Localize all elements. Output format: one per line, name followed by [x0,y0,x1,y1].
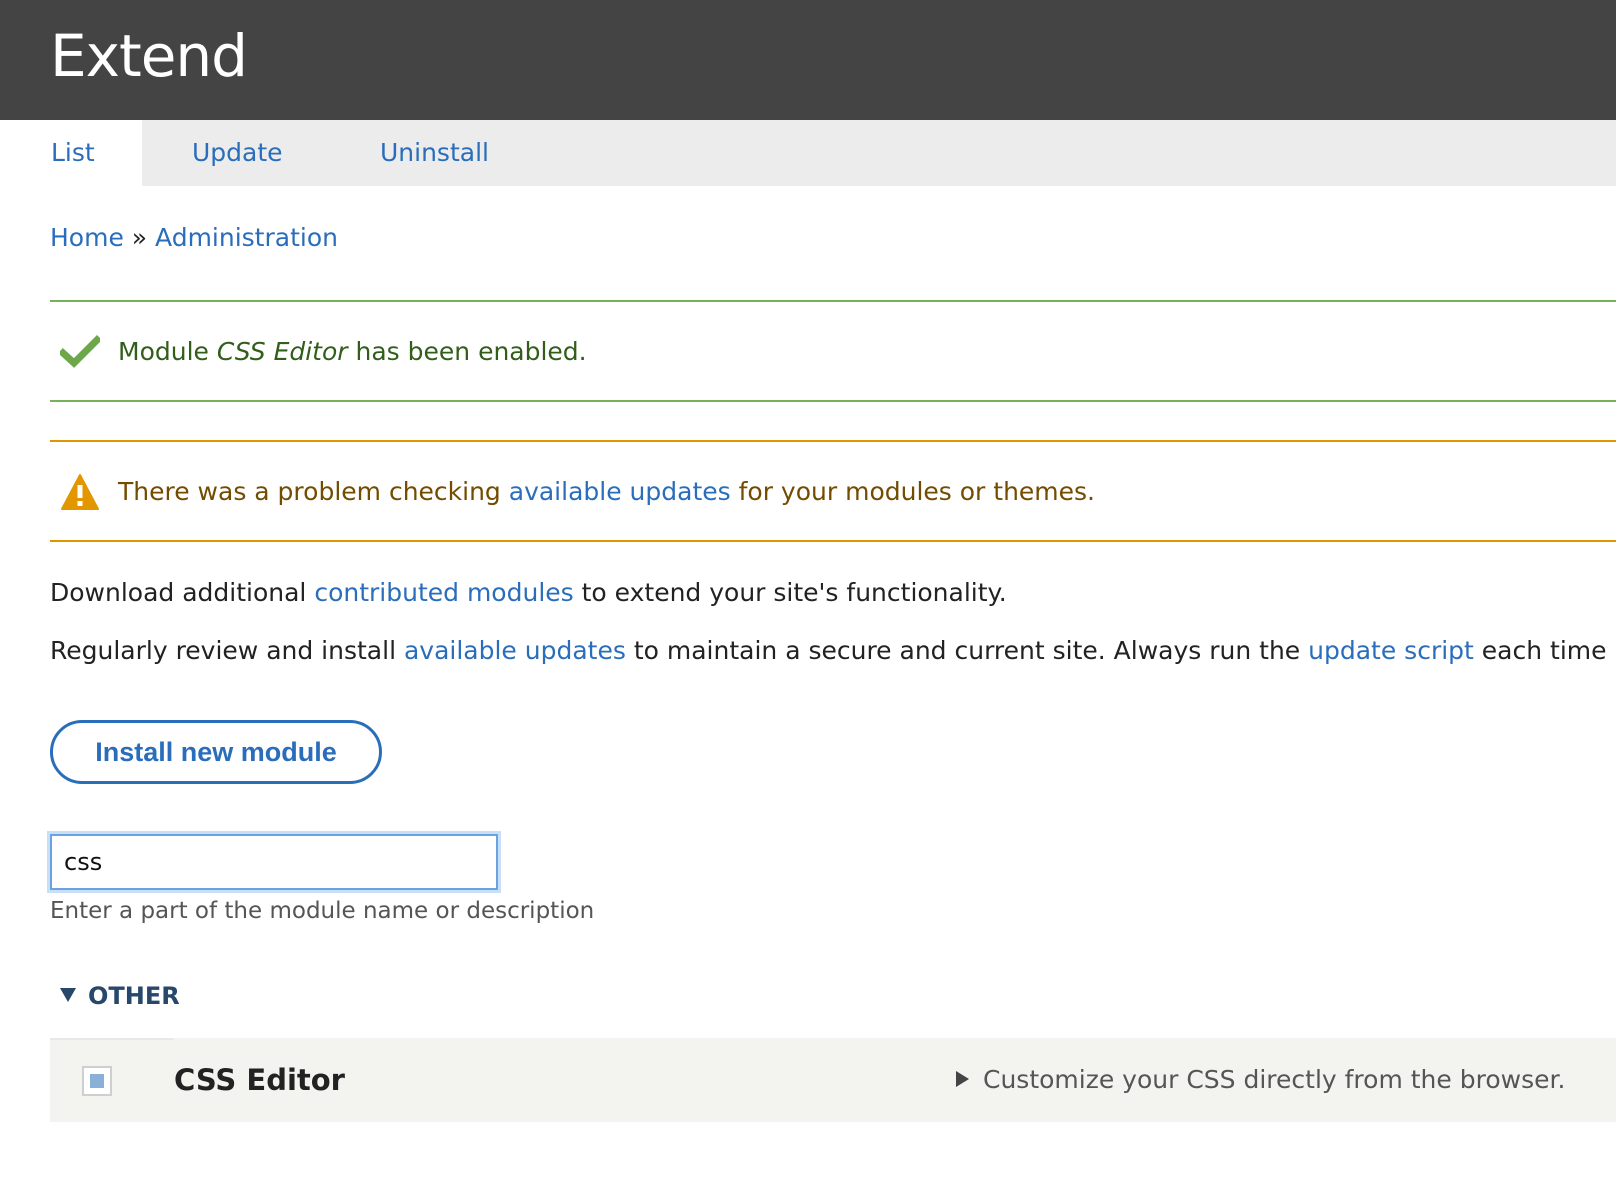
status-message-prefix: Module [118,337,217,366]
warning-icon [61,474,99,510]
description-line-2-suffix: each time a moc [1481,636,1616,665]
triangle-down-icon [60,988,76,1002]
tab-uninstall[interactable]: Uninstall [380,120,489,186]
tab-update[interactable]: Update [192,120,283,186]
update-script-link[interactable]: update script [1308,636,1474,665]
warning-message-prefix: There was a problem checking [118,477,509,506]
group-divider [50,1038,174,1040]
warning-message-text: There was a problem checking available u… [118,470,1095,514]
breadcrumb-home-link[interactable]: Home [50,223,124,252]
available-updates-link[interactable]: available updates [509,477,731,506]
contributed-modules-link[interactable]: contributed modules [314,578,573,607]
status-message: Module CSS Editor has been enabled. [50,300,1616,402]
triangle-right-icon [956,1071,969,1087]
breadcrumb: Home » Administration [50,218,338,258]
description-line-2-middle: to maintain a secure and current site. A… [625,636,1309,665]
primary-tabs: List Update Uninstall [0,120,1616,186]
description-line-1-prefix: Download additional [50,578,315,607]
status-message-text: Module CSS Editor has been enabled. [118,330,587,374]
group-toggle-other[interactable]: OTHER [60,976,180,1016]
description-line-2-prefix: Regularly review and install [50,636,404,665]
module-filter-input[interactable] [50,834,498,890]
checkbox-checked-indicator [90,1074,104,1088]
warning-message: There was a problem checking available u… [50,440,1616,542]
module-row: CSS Editor Customize your CSS directly f… [50,1038,1616,1122]
breadcrumb-separator: » [131,223,148,252]
available-updates-link-2[interactable]: available updates [404,636,626,665]
module-enable-checkbox[interactable] [82,1066,112,1096]
page-header: Extend [0,0,1616,120]
page: Extend List Update Uninstall Home » Admi… [0,0,1616,1184]
description-line-2: Regularly review and install available u… [50,631,1616,671]
module-description-toggle[interactable]: Customize your CSS directly from the bro… [956,1058,1565,1102]
page-title: Extend [50,22,248,90]
module-name: CSS Editor [174,1063,345,1097]
warning-message-suffix: for your modules or themes. [730,477,1095,506]
check-icon [60,335,100,368]
status-message-module: CSS Editor [216,337,348,366]
breadcrumb-administration-link[interactable]: Administration [155,223,338,252]
module-description: Customize your CSS directly from the bro… [983,1065,1566,1094]
description-line-1: Download additional contributed modules … [50,573,1007,613]
install-new-module-button[interactable]: Install new module [50,720,382,784]
tab-list[interactable]: List [0,120,142,186]
description-line-1-suffix: to extend your site's functionality. [573,578,1007,607]
group-label: OTHER [88,982,180,1010]
status-message-suffix: has been enabled. [347,337,587,366]
filter-help-text: Enter a part of the module name or descr… [50,898,595,924]
